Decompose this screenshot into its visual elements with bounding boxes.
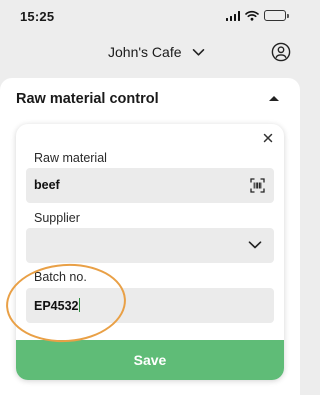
batch-value-text: EP4532: [34, 299, 79, 313]
status-bar: 15:25: [0, 0, 300, 34]
batch-label: Batch no.: [34, 270, 87, 284]
text-cursor: [79, 298, 81, 312]
raw-material-label: Raw material: [34, 151, 107, 165]
app-header: John's Cafe: [0, 36, 300, 72]
raw-material-value: beef: [34, 178, 60, 192]
barcode-scan-icon[interactable]: [250, 178, 265, 193]
wifi-icon: [245, 10, 259, 21]
batch-value: EP4532: [34, 298, 81, 313]
cafe-name: John's Cafe: [108, 44, 182, 60]
chevron-down-icon: [248, 241, 262, 249]
batch-input[interactable]: EP4532: [26, 288, 274, 323]
profile-icon[interactable]: [271, 42, 291, 62]
status-icons: [225, 10, 289, 21]
save-button[interactable]: Save: [16, 340, 284, 380]
section-title: Raw material control: [16, 91, 159, 107]
signal-icon: [225, 10, 240, 21]
status-time: 15:25: [20, 9, 55, 24]
cafe-selector[interactable]: John's Cafe: [108, 44, 205, 60]
supplier-label: Supplier: [34, 211, 80, 225]
supplier-select[interactable]: [26, 228, 274, 263]
raw-material-form-card: Raw material beef Supplier Batch no. EP4…: [16, 124, 284, 380]
chevron-up-icon[interactable]: [268, 93, 280, 103]
raw-material-field[interactable]: beef: [26, 168, 274, 203]
chevron-down-icon: [192, 48, 204, 56]
battery-icon: [264, 10, 289, 21]
close-icon[interactable]: [261, 131, 275, 145]
